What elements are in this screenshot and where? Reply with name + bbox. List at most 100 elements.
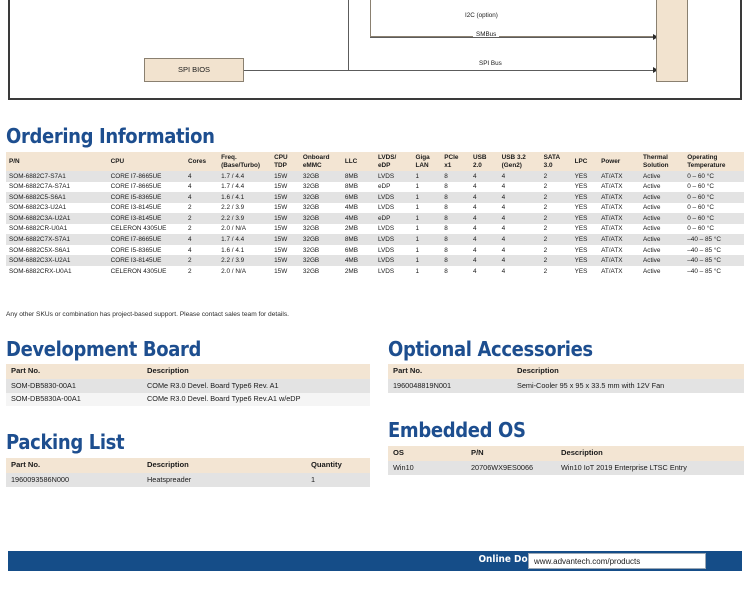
table-cell: 1.7 / 4.4 xyxy=(218,234,272,245)
table-cell: 1.6 / 4.1 xyxy=(218,244,272,256)
table-cell: 4 xyxy=(469,181,499,193)
table-cell: 2 xyxy=(540,213,572,224)
table-cell: 8 xyxy=(441,234,470,245)
table-cell: 4 xyxy=(469,202,499,214)
table-cell: eDP xyxy=(374,181,413,193)
datasheet-page: I2C (option) SMBus SPI Bus SPI BIOS Orde… xyxy=(0,0,750,591)
table-cell: SOM-6882C5X-S6A1 xyxy=(6,244,108,256)
table-cell: 32GB xyxy=(299,181,342,193)
table-cell: Active xyxy=(640,171,685,182)
table-cell: 1 xyxy=(412,181,442,193)
table-cell: 2 xyxy=(184,202,219,214)
table-cell: 2 xyxy=(540,223,572,235)
table-cell: 15W xyxy=(271,266,300,277)
table-cell: AT/ATX xyxy=(598,255,641,267)
optional-accessories-heading: Optional Accessories xyxy=(388,337,593,361)
table-cell: YES xyxy=(571,223,599,235)
table-cell: 1.7 / 4.4 xyxy=(218,171,272,182)
table-cell: AT/ATX xyxy=(598,192,641,203)
table-cell: COMe R3.0 Devel. Board Type6 Rev. A1 xyxy=(142,378,370,393)
col-pn: P/N xyxy=(6,152,108,172)
table-cell: Active xyxy=(640,244,685,256)
table-cell: 2 xyxy=(184,223,219,235)
table-row: SOM-6882C5X-S6A1 CORE I5-8365UE 4 1.6 / 4.1… xyxy=(6,244,744,256)
table-cell: YES xyxy=(571,244,599,256)
table-cell: 2 xyxy=(540,171,572,182)
table-cell: 4 xyxy=(184,181,219,193)
table-cell: SOM-6882C5-S6A1 xyxy=(6,192,108,203)
online-download-url-box[interactable]: www.advantech.com/products xyxy=(528,553,706,569)
table-cell: 15W xyxy=(271,234,300,245)
table-cell: 6MB xyxy=(341,192,375,203)
table-row: SOM-6882C3X-U2A1 CORE I3-8145UE 2 2.2 / 3.9… xyxy=(6,255,744,267)
table-cell: SOM-6882C3X-U2A1 xyxy=(6,255,108,267)
table-cell: LVDS xyxy=(374,223,413,235)
table-cell: 32GB xyxy=(299,266,342,277)
col-op-temp: Operating Temperature xyxy=(684,152,744,172)
table-cell: 32GB xyxy=(299,223,342,235)
col-usb20: USB 2.0 xyxy=(469,152,499,172)
table-row: SOM-6882C7A-S7A1 CORE I7-8665UE 4 1.7 / 4.4… xyxy=(6,181,744,193)
col-giga-lan: Giga LAN xyxy=(412,152,442,172)
table-cell: 4MB xyxy=(341,213,375,224)
table-cell: 4MB xyxy=(341,255,375,267)
diagram-line-spi-bus xyxy=(222,70,656,71)
table-cell: 32GB xyxy=(299,244,342,256)
table-cell: 4 xyxy=(498,171,541,182)
table-row: 1960093586N000 Heatspreader 1 xyxy=(6,472,370,487)
diagram-box-connector-strip xyxy=(656,0,688,82)
table-cell: 4 xyxy=(498,192,541,203)
col-cpu-tdp: CPU TDP xyxy=(271,152,300,172)
table-cell: –40 – 85 °C xyxy=(684,266,744,277)
diagram-line-smbus xyxy=(370,37,656,38)
table-cell: 4 xyxy=(498,255,541,267)
table-cell: 4 xyxy=(469,244,499,256)
table-header-row: OS P/N Description xyxy=(388,446,744,461)
table-cell: 4 xyxy=(184,192,219,203)
table-cell: YES xyxy=(571,266,599,277)
table-cell: CORE I5-8365UE xyxy=(107,244,185,256)
col-description: Description xyxy=(512,364,744,379)
table-cell: 8 xyxy=(441,255,470,267)
table-cell: SOM-6882C3A-U2A1 xyxy=(6,213,108,224)
table-cell: 32GB xyxy=(299,213,342,224)
table-cell: AT/ATX xyxy=(598,234,641,245)
table-header-row: Part No. Description xyxy=(6,364,370,379)
table-cell: Active xyxy=(640,192,685,203)
table-cell: 8MB xyxy=(341,181,375,193)
table-cell: AT/ATX xyxy=(598,213,641,224)
online-download-url[interactable]: www.advantech.com/products xyxy=(529,557,640,566)
diagram-box-spi-bios: SPI BIOS xyxy=(144,58,244,82)
table-cell: 0 – 60 °C xyxy=(684,202,744,214)
table-cell: 2 xyxy=(540,202,572,214)
table-cell: Semi-Cooler 95 x 95 x 33.5 mm with 12V F… xyxy=(512,378,744,393)
table-row: SOM-6882C3A-U2A1 CORE I3-8145UE 2 2.2 / 3.9… xyxy=(6,213,744,224)
table-cell: 0 – 60 °C xyxy=(684,223,744,235)
table-cell: 2.0 / N/A xyxy=(218,266,272,277)
col-pcie-x1: PCIe x1 xyxy=(441,152,470,172)
table-cell: 4 xyxy=(469,255,499,267)
table-row: Win10 20706WX9ES0066 Win10 IoT 2019 Enterp… xyxy=(388,460,744,475)
table-cell: CORE I7-8665UE xyxy=(107,171,185,182)
table-cell: 8MB xyxy=(341,171,375,182)
diagram-label-i2c: I2C (option) xyxy=(462,12,501,19)
table-cell: 1 xyxy=(412,255,442,267)
table-cell: YES xyxy=(571,213,599,224)
table-cell: 2 xyxy=(184,255,219,267)
table-row: SOM-DB5830A-00A1 COMe R3.0 Devel. Board T… xyxy=(6,392,370,407)
embedded-os-table: OS P/N Description Win10 20706WX9ES0066 Wi… xyxy=(388,446,744,475)
table-cell: 4 xyxy=(469,213,499,224)
table-cell: CELERON 4305UE xyxy=(107,223,185,235)
table-row: SOM-6882C5-S6A1 CORE I5-8365UE 4 1.6 / 4.1 1… xyxy=(6,192,744,203)
table-cell: 1 xyxy=(306,472,370,487)
table-cell: 8 xyxy=(441,244,470,256)
table-cell: 2MB xyxy=(341,266,375,277)
table-cell: LVDS xyxy=(374,192,413,203)
diagram-box-spi-bios-label: SPI BIOS xyxy=(177,64,211,74)
table-cell: CORE I5-8365UE xyxy=(107,192,185,203)
table-cell: SOM-6882C3-U2A1 xyxy=(6,202,108,214)
table-cell: 4MB xyxy=(341,202,375,214)
table-cell: 15W xyxy=(271,192,300,203)
table-cell: 2 xyxy=(540,244,572,256)
table-cell: CORE I7-8665UE xyxy=(107,234,185,245)
